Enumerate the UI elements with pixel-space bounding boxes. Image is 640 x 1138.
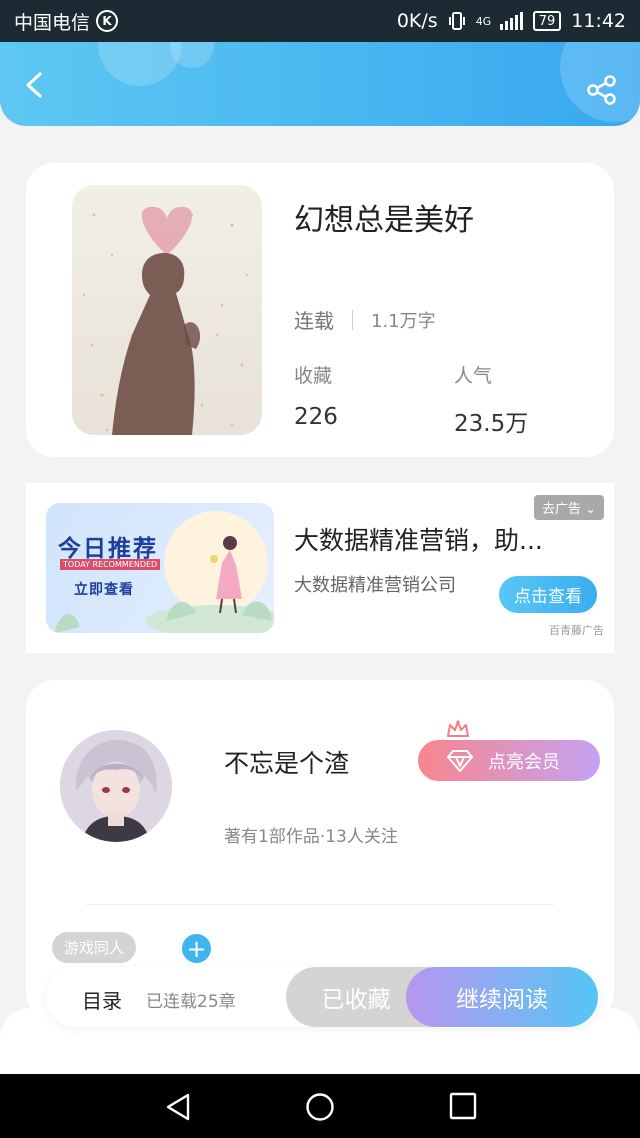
network-type: 4G bbox=[475, 14, 492, 28]
ad-card[interactable]: 今日推荐 TODAY RECOMMENDED 立即查看 大数据精准营销，助...… bbox=[26, 483, 614, 653]
popularity-label: 人气 bbox=[454, 365, 493, 387]
author-name: 不忘是个渣 bbox=[224, 749, 350, 778]
meta-divider bbox=[352, 309, 353, 330]
favorites-stat: 收藏 226 bbox=[294, 361, 338, 430]
back-chevron-icon[interactable] bbox=[22, 72, 48, 98]
chapter-count: 已连载25章 bbox=[146, 992, 236, 1012]
remove-ad-label: 去广告 bbox=[541, 502, 581, 517]
battery-icon: 79 bbox=[532, 11, 562, 31]
signal-icon bbox=[499, 12, 523, 30]
cover-illustration bbox=[72, 185, 262, 435]
word-count: 1.1万字 bbox=[371, 310, 436, 332]
nav-back-icon[interactable] bbox=[164, 1092, 192, 1122]
diamond-icon bbox=[447, 749, 473, 772]
share-icon[interactable] bbox=[586, 74, 618, 106]
favorites-value: 226 bbox=[294, 404, 338, 430]
popularity-stat: 人气 23.5万 bbox=[454, 361, 528, 438]
nav-home-icon[interactable] bbox=[305, 1092, 335, 1122]
book-info-card: 幻想总是美好 连载 1.1万字 收藏 226 人气 23.5万 bbox=[26, 163, 614, 457]
net-speed: 0K/s bbox=[396, 10, 438, 32]
carrier-name: 中国电信 bbox=[14, 11, 91, 34]
ad-cta-button[interactable]: 点击查看 bbox=[499, 576, 597, 613]
book-title: 幻想总是美好 bbox=[294, 203, 474, 238]
popularity-value: 23.5万 bbox=[454, 411, 529, 437]
book-meta: 连载 1.1万字 bbox=[294, 305, 436, 334]
top-header bbox=[0, 42, 640, 126]
author-avatar[interactable] bbox=[60, 730, 172, 842]
continue-reading-button[interactable]: 继续阅读 bbox=[406, 967, 598, 1027]
avatar-illustration bbox=[60, 730, 172, 842]
favorites-label: 收藏 bbox=[294, 365, 333, 387]
nav-recents-icon[interactable] bbox=[449, 1092, 477, 1120]
ad-title: 大数据精准营销，助... bbox=[294, 526, 543, 555]
section-divider bbox=[86, 904, 554, 905]
ad-banner-cta: 立即查看 bbox=[74, 582, 134, 598]
add-tag-button[interactable]: + bbox=[182, 934, 211, 963]
ad-banner-title: 今日推荐 bbox=[58, 536, 158, 562]
remove-ad-button[interactable]: 去广告 ⌄ bbox=[533, 495, 604, 520]
tag-chip[interactable]: 游戏同人 bbox=[52, 932, 137, 963]
chevron-down-icon: ⌄ bbox=[585, 502, 596, 517]
reading-action-bar: 目录 已连载25章 已收藏 继续阅读 bbox=[46, 967, 600, 1027]
vip-label: 点亮会员 bbox=[488, 751, 560, 773]
vibrate-icon bbox=[448, 12, 465, 30]
ad-banner-subtitle: TODAY RECOMMENDED bbox=[60, 559, 161, 570]
ad-banner-image[interactable]: 今日推荐 TODAY RECOMMENDED 立即查看 bbox=[46, 503, 274, 633]
carrier-badge: K bbox=[96, 10, 119, 32]
ad-company: 大数据精准营销公司 bbox=[294, 575, 456, 596]
ad-source: 百青藤广告 bbox=[549, 624, 604, 637]
crown-icon bbox=[447, 720, 469, 737]
table-of-contents-button[interactable]: 目录 bbox=[82, 985, 122, 1014]
author-stats: 著有1部作品·13人关注 bbox=[224, 827, 398, 847]
vip-membership-button[interactable]: 点亮会员 bbox=[418, 740, 600, 781]
book-cover[interactable] bbox=[72, 185, 262, 435]
status-bar: 中国电信 K 0K/s 4G 79 11:42 bbox=[0, 0, 640, 42]
system-nav-bar bbox=[0, 1074, 640, 1138]
clock: 11:42 bbox=[571, 10, 626, 32]
serial-status: 连载 bbox=[294, 309, 334, 333]
